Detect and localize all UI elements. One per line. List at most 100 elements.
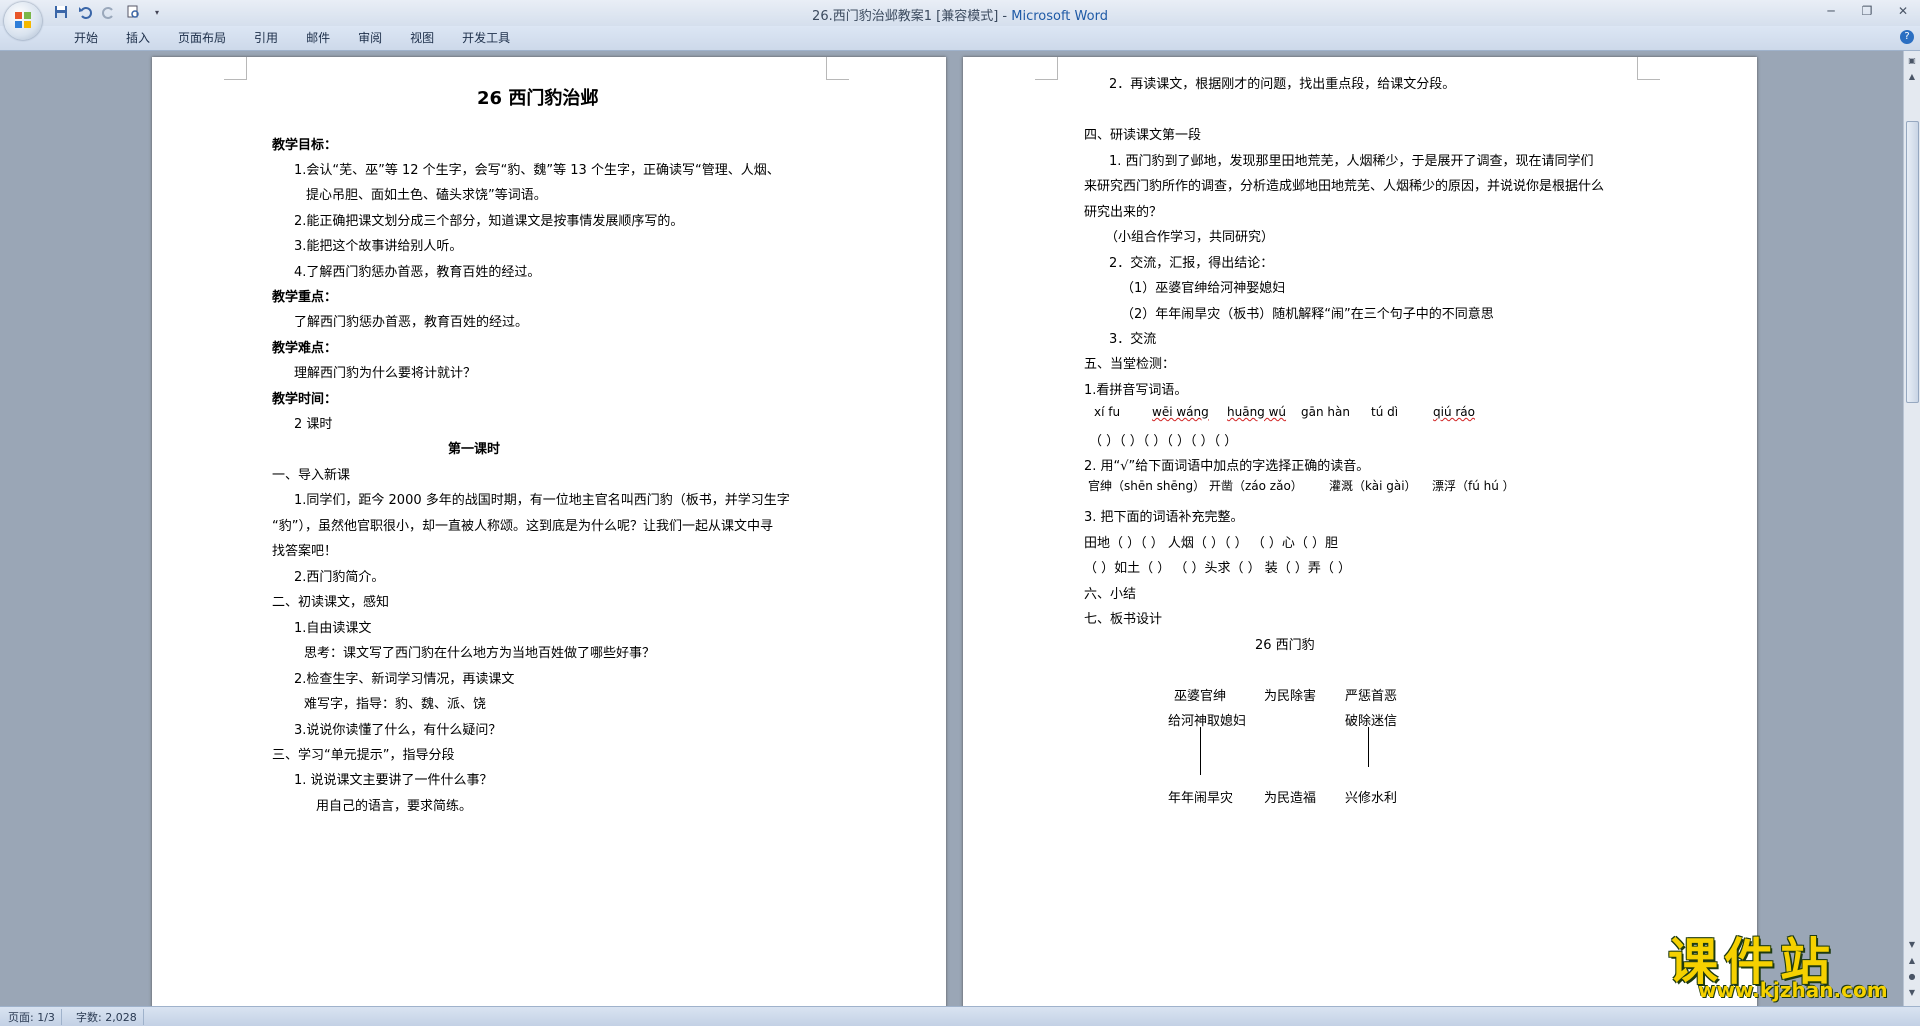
ribbon-tabs-bar: 开始 插入 页面布局 引用 邮件 审阅 视图 开发工具 [0, 26, 1920, 51]
tab-developer[interactable]: 开发工具 [448, 29, 524, 47]
word-count[interactable]: 字数: 2,028 [76, 1009, 144, 1025]
pinyin-item: gān hàn [1301, 405, 1350, 419]
pinyin-item: wēi wáng [1152, 405, 1209, 419]
fill-in-row: 田地（ ）（ ） 人烟（ ）（ ） （ ）心（ ）胆 [1084, 536, 1339, 551]
paragraph-line: 2.检查生字、新词学习情况，再读课文 [294, 672, 515, 687]
paragraph-line: 研究出来的？ [1084, 205, 1163, 220]
paragraph-line: 1. 说说课文主要讲了一件什么事？ [294, 773, 493, 788]
pinyin-item: qiú ráo [1433, 405, 1475, 419]
window-title: 26.西门豹治邺教案1 [兼容模式] - Microsoft Word [812, 9, 1108, 24]
section-heading: 教学目标： [272, 138, 338, 153]
title-bar: ▾ 26.西门豹治邺教案1 [兼容模式] - Microsoft Word ─ … [0, 0, 1920, 26]
board-connector-line [1200, 727, 1201, 775]
paragraph-line: 五、当堂检测： [1084, 357, 1176, 372]
tab-view[interactable]: 视图 [396, 29, 448, 47]
reading-choice: 开凿（záo zǎo） [1209, 479, 1303, 493]
pinyin-item: huāng wú [1227, 405, 1287, 419]
watermark-logo: 课件站 www.kjzhan.com [1668, 922, 1904, 1006]
paragraph-line: 1.会认“芜、巫”等 12 个生字，会写“豹、魏”等 13 个生字，正确读写“管… [294, 163, 780, 178]
paragraph-line: 三、学习“单元提示”，指导分段 [272, 748, 455, 763]
pinyin-item: xí fu [1094, 405, 1121, 419]
next-page-icon[interactable]: ▼ [1906, 987, 1918, 999]
scrollbar-thumb[interactable] [1906, 121, 1919, 403]
paragraph-line: （1）巫婆官绅给河神娶媳妇 [1121, 281, 1286, 296]
paragraph-line: 3.说说你读懂了什么，有什么疑问？ [294, 723, 502, 738]
scroll-up-icon[interactable]: ▲ [1906, 71, 1918, 83]
paragraph-line: 2.西门豹简介。 [294, 570, 385, 585]
paragraph-line: 四、研读课文第一段 [1084, 128, 1202, 143]
tab-review[interactable]: 审阅 [344, 29, 396, 47]
paragraph-line: 思考：课文写了西门豹在什么地方为当地百姓做了哪些好事？ [304, 646, 656, 661]
paragraph-line: 找答案吧！ [272, 544, 338, 559]
page-corner-mark [224, 57, 247, 80]
paragraph-line: 2．再读课文，根据刚才的问题，找出重点段，给课文分段。 [1109, 77, 1456, 92]
paragraph-line: 2．交流，汇报，得出结论： [1109, 256, 1274, 271]
paragraph-line: 提心吊胆、面如土色、磕头求饶”等词语。 [306, 188, 547, 203]
reading-choice: 漂浮（fú hú ） [1432, 479, 1515, 493]
paragraph-line: 2 课时 [294, 417, 333, 432]
paragraph-line: “豹”），虽然他官职很小，却一直被人称颂。这到底是为什么呢？让我们一起从课文中寻 [272, 519, 773, 534]
page-corner-mark [1035, 57, 1058, 80]
page-corner-mark [826, 57, 849, 80]
board-item: 为民除害 [1264, 689, 1317, 704]
tab-page-layout[interactable]: 页面布局 [164, 29, 240, 47]
answer-blanks-row: （ ）（ ）（ ）（ ）（ ）（ ） [1089, 434, 1238, 449]
board-item: 破除迷信 [1345, 714, 1398, 729]
board-item: 为民造福 [1264, 791, 1317, 806]
office-logo-icon [15, 12, 31, 28]
paragraph-line: 六、小结 [1084, 587, 1137, 602]
board-title: 26 西门豹 [1255, 638, 1315, 653]
office-button[interactable] [4, 2, 42, 40]
fill-in-row: （ ）如土（ ） （ ）头求（ ） 装（ ）弄（ ） [1084, 561, 1352, 576]
document-title: 26 西门豹治邺 [477, 88, 599, 109]
board-item: 年年闹旱灾 [1168, 791, 1234, 806]
paragraph-line: 一、导入新课 [272, 468, 351, 483]
paragraph-line: 3.能把这个故事讲给别人听。 [294, 239, 463, 254]
status-bar: 页面: 1/3 字数: 2,028 [0, 1006, 1920, 1026]
tab-home[interactable]: 开始 [60, 29, 112, 47]
paragraph-line: 用自己的语言，要求简练。 [316, 799, 473, 814]
page-2[interactable]: 2．再读课文，根据刚才的问题，找出重点段，给课文分段。 四、研读课文第一段 1.… [963, 57, 1757, 1006]
browse-object-icon[interactable]: ● [1906, 971, 1918, 983]
scroll-down-icon[interactable]: ▼ [1906, 939, 1918, 951]
reading-choice: 灌溉（kài gài） [1329, 479, 1417, 493]
board-item: 巫婆官绅 [1174, 689, 1227, 704]
page-count[interactable]: 页面: 1/3 [8, 1009, 62, 1025]
vertical-scrollbar[interactable]: ▣ ▲ ▼ ▲ ● ▼ [1903, 51, 1920, 1006]
paragraph-line: 1.同学们，距今 2000 多年的战国时期，有一位地主官名叫西门豹（板书，并学习… [294, 493, 790, 508]
reading-choice: 官绅（shēn shēng） [1088, 479, 1206, 493]
paragraph-line: 二、初读课文，感知 [272, 595, 390, 610]
board-item: 给河神取媳妇 [1168, 714, 1247, 729]
paragraph-line: 1.自由读课文 [294, 621, 372, 636]
previous-page-icon[interactable]: ▲ [1906, 955, 1918, 967]
tab-insert[interactable]: 插入 [112, 29, 164, 47]
document-area: 26 西门豹治邺 教学目标： 1.会认“芜、巫”等 12 个生字，会写“豹、魏”… [0, 51, 1904, 1006]
board-item: 严惩首恶 [1345, 689, 1398, 704]
paragraph-line: 4.了解西门豹惩办首恶，教育百姓的经过。 [294, 265, 541, 280]
minimize-icon[interactable]: ─ [1820, 2, 1842, 20]
pinyin-item: tú dì [1371, 405, 1399, 419]
paragraph-line: 七、板书设计 [1084, 612, 1163, 627]
restore-icon[interactable]: ❐ [1856, 2, 1878, 20]
paragraph-line: 了解西门豹惩办首恶，教育百姓的经过。 [294, 315, 529, 330]
page-corner-mark [1637, 57, 1660, 80]
watermark-url: www.kjzhan.com [1698, 978, 1888, 1002]
ribbon-tabs: 开始 插入 页面布局 引用 邮件 审阅 视图 开发工具 [60, 29, 524, 47]
section-heading: 教学时间： [272, 392, 338, 407]
tab-mailings[interactable]: 邮件 [292, 29, 344, 47]
paragraph-line: （小组合作学习，共同研究） [1105, 230, 1275, 245]
paragraph-line: 难写字，指导：豹、魏、派、饶 [304, 697, 487, 712]
board-item: 兴修水利 [1345, 791, 1398, 806]
ruler-toggle-icon[interactable]: ▣ [1906, 55, 1918, 67]
paragraph-line: 理解西门豹为什么要将计就计？ [294, 366, 477, 381]
paragraph-line: 2.能正确把课文划分成三个部分，知道课文是按事情发展顺序写的。 [294, 214, 684, 229]
paragraph-line: 来研究西门豹所作的调查，分析造成邺地田地荒芜、人烟稀少的原因，并说说你是根据什么 [1084, 179, 1605, 194]
help-icon[interactable]: ? [1900, 30, 1914, 44]
page-1[interactable]: 26 西门豹治邺 教学目标： 1.会认“芜、巫”等 12 个生字，会写“豹、魏”… [152, 57, 946, 1006]
close-icon[interactable]: ✕ [1892, 2, 1914, 20]
tab-references[interactable]: 引用 [240, 29, 292, 47]
paragraph-line: （2）年年闹旱灾（板书）随机解释“闹”在三个句子中的不同意思 [1121, 307, 1494, 322]
lesson-heading: 第一课时 [448, 442, 501, 457]
section-heading: 教学难点： [272, 341, 338, 356]
paragraph-line: 3．交流 [1109, 332, 1157, 347]
